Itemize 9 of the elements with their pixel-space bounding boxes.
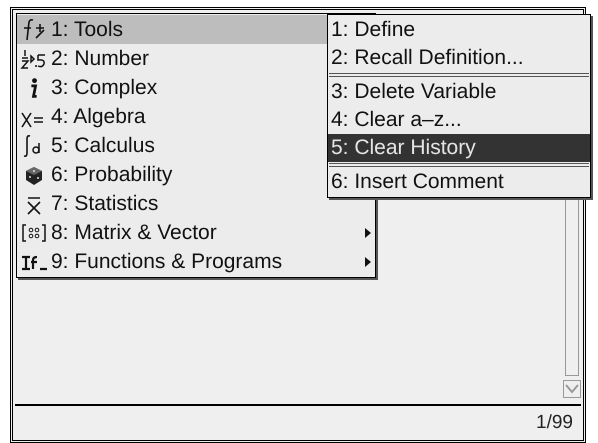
entry-line[interactable]: 1/99 [15, 404, 581, 440]
menu-item[interactable]: 9: Functions & Programs [17, 247, 375, 276]
menu-item[interactable]: 8: Matrix & Vector [17, 218, 375, 247]
menu-item[interactable]: 3: Delete Variable [328, 78, 590, 106]
menu-item[interactable]: 4: Clear a–z... [328, 106, 590, 134]
menu-item[interactable]: 2: Recall Definition... [328, 44, 590, 72]
chevron-down-icon [565, 384, 579, 394]
menu-item[interactable]: 5: Clear History [328, 134, 590, 162]
complex-icon [30, 78, 38, 98]
